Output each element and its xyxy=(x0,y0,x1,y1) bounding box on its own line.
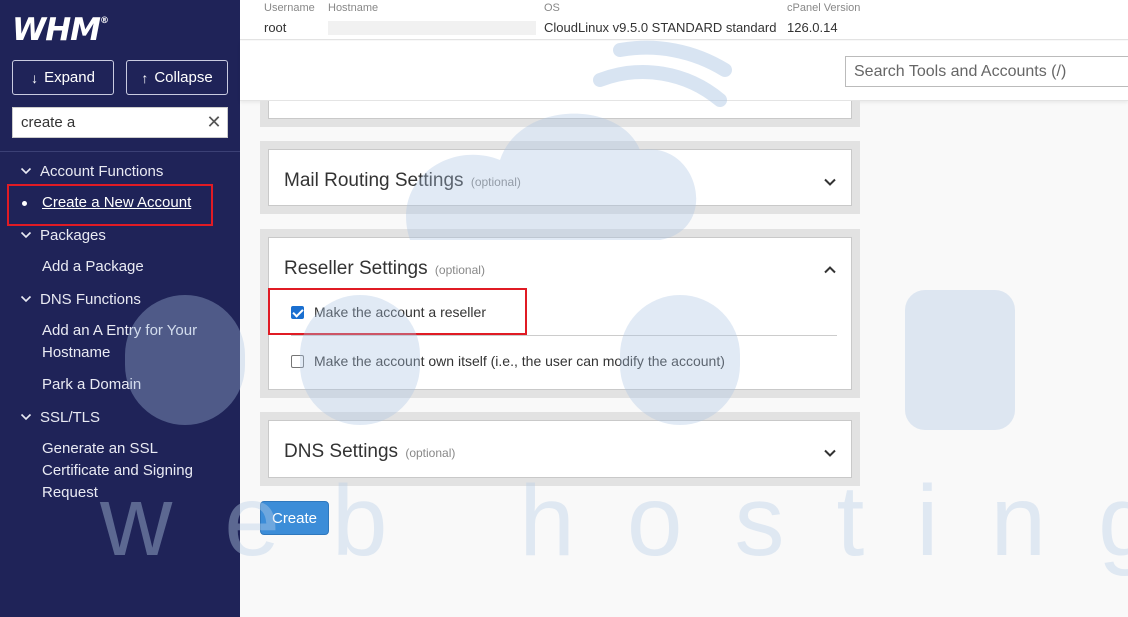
server-info-bar: Username root Hostname OS CloudLinux v9.… xyxy=(240,0,1128,40)
create-button-label: Create xyxy=(271,509,318,527)
expand-label: Expand xyxy=(44,69,95,86)
header: Search Tools and Accounts (/) xyxy=(240,41,1128,101)
nav-category-label: Account Functions xyxy=(40,162,164,180)
sidebar-item-park-domain[interactable]: Park a Domain xyxy=(0,374,200,396)
chevron-down-icon xyxy=(20,231,32,239)
reseller-title: Reseller Settings xyxy=(284,258,428,279)
os-value: CloudLinux v9.5.0 STANDARD standard xyxy=(544,20,777,35)
collapse-button[interactable]: ↑ Collapse xyxy=(126,60,228,95)
mail-routing-panel-body[interactable]: Mail Routing Settings (optional) xyxy=(268,149,852,206)
sidebar-search-value: create a xyxy=(21,114,76,131)
divider xyxy=(291,335,837,336)
optional-tag: (optional) xyxy=(470,175,521,189)
optional-tag: (optional) xyxy=(405,446,456,460)
nav-category-label: DNS Functions xyxy=(40,290,141,308)
panel-title[interactable]: Reseller Settings (optional) xyxy=(284,258,485,280)
chevron-down-icon xyxy=(20,413,32,421)
nav-category-label: SSL/TLS xyxy=(40,408,101,426)
whm-logo[interactable]: WHM® xyxy=(12,12,109,48)
mail-routing-panel: Mail Routing Settings (optional) xyxy=(260,141,860,214)
previous-panel xyxy=(260,101,860,127)
sidebar-item-add-a-entry[interactable]: Add an A Entry for Your Hostname xyxy=(0,320,200,364)
chevron-down-icon xyxy=(20,295,32,303)
cpanel-version-info: cPanel Version 126.0.14 xyxy=(787,2,860,35)
sidebar-item-generate-ssl[interactable]: Generate an SSL Certificate and Signing … xyxy=(0,438,200,504)
arrow-up-icon: ↑ xyxy=(141,69,149,86)
chevron-down-icon xyxy=(20,167,32,175)
cpanel-version-value: 126.0.14 xyxy=(787,20,838,35)
search-tools-input[interactable]: Search Tools and Accounts (/) xyxy=(845,56,1128,87)
highlight-box xyxy=(268,288,527,335)
username-label: Username xyxy=(264,2,315,14)
nav-category-packages[interactable]: Packages xyxy=(0,224,240,246)
cpanel-version-label: cPanel Version xyxy=(787,2,861,14)
create-button[interactable]: Create xyxy=(260,501,329,535)
username-value: root xyxy=(264,20,287,35)
chevron-down-icon[interactable] xyxy=(823,175,837,189)
hostname-label: Hostname xyxy=(328,2,379,14)
nav-category-account-functions[interactable]: Account Functions xyxy=(0,160,240,182)
hostname-info: Hostname xyxy=(328,2,536,35)
own-itself-checkbox-label: Make the account own itself (i.e., the u… xyxy=(314,353,725,369)
expand-button[interactable]: ↓ Expand xyxy=(12,60,114,95)
chevron-up-icon[interactable] xyxy=(823,263,837,277)
own-itself-checkbox-row[interactable]: Make the account own itself (i.e., the u… xyxy=(291,353,725,369)
sidebar: WHM® ↓ Expand ↑ Collapse create a ✕ Acco… xyxy=(0,0,240,617)
dns-settings-panel-body[interactable]: DNS Settings (optional) xyxy=(268,420,852,478)
search-placeholder: Search Tools and Accounts (/) xyxy=(854,62,1067,80)
panel-title: Mail Routing Settings (optional) xyxy=(284,170,521,192)
nav-category-ssl-tls[interactable]: SSL/TLS xyxy=(0,406,240,428)
own-itself-checkbox[interactable] xyxy=(291,354,304,368)
optional-tag: (optional) xyxy=(434,263,485,277)
previous-panel-body xyxy=(268,101,852,119)
os-info: OS CloudLinux v9.5.0 STANDARD standard xyxy=(544,2,776,35)
panel-title: DNS Settings (optional) xyxy=(284,441,455,463)
sidebar-item-add-package[interactable]: Add a Package xyxy=(0,256,200,278)
nav-category-dns-functions[interactable]: DNS Functions xyxy=(0,288,240,310)
collapse-label: Collapse xyxy=(154,69,213,86)
hostname-redacted xyxy=(328,21,536,35)
sidebar-search-input[interactable]: create a ✕ xyxy=(12,107,228,138)
os-label: OS xyxy=(544,2,560,14)
dns-settings-title: DNS Settings xyxy=(284,441,399,462)
dns-settings-panel: DNS Settings (optional) xyxy=(260,412,860,486)
divider xyxy=(0,151,240,152)
username-info: Username root xyxy=(264,2,315,35)
highlight-box xyxy=(7,184,213,226)
close-icon[interactable]: ✕ xyxy=(201,112,227,133)
nav-category-label: Packages xyxy=(40,226,106,244)
arrow-down-icon: ↓ xyxy=(31,69,39,86)
mail-routing-title: Mail Routing Settings xyxy=(284,170,464,191)
chevron-down-icon[interactable] xyxy=(823,446,837,460)
